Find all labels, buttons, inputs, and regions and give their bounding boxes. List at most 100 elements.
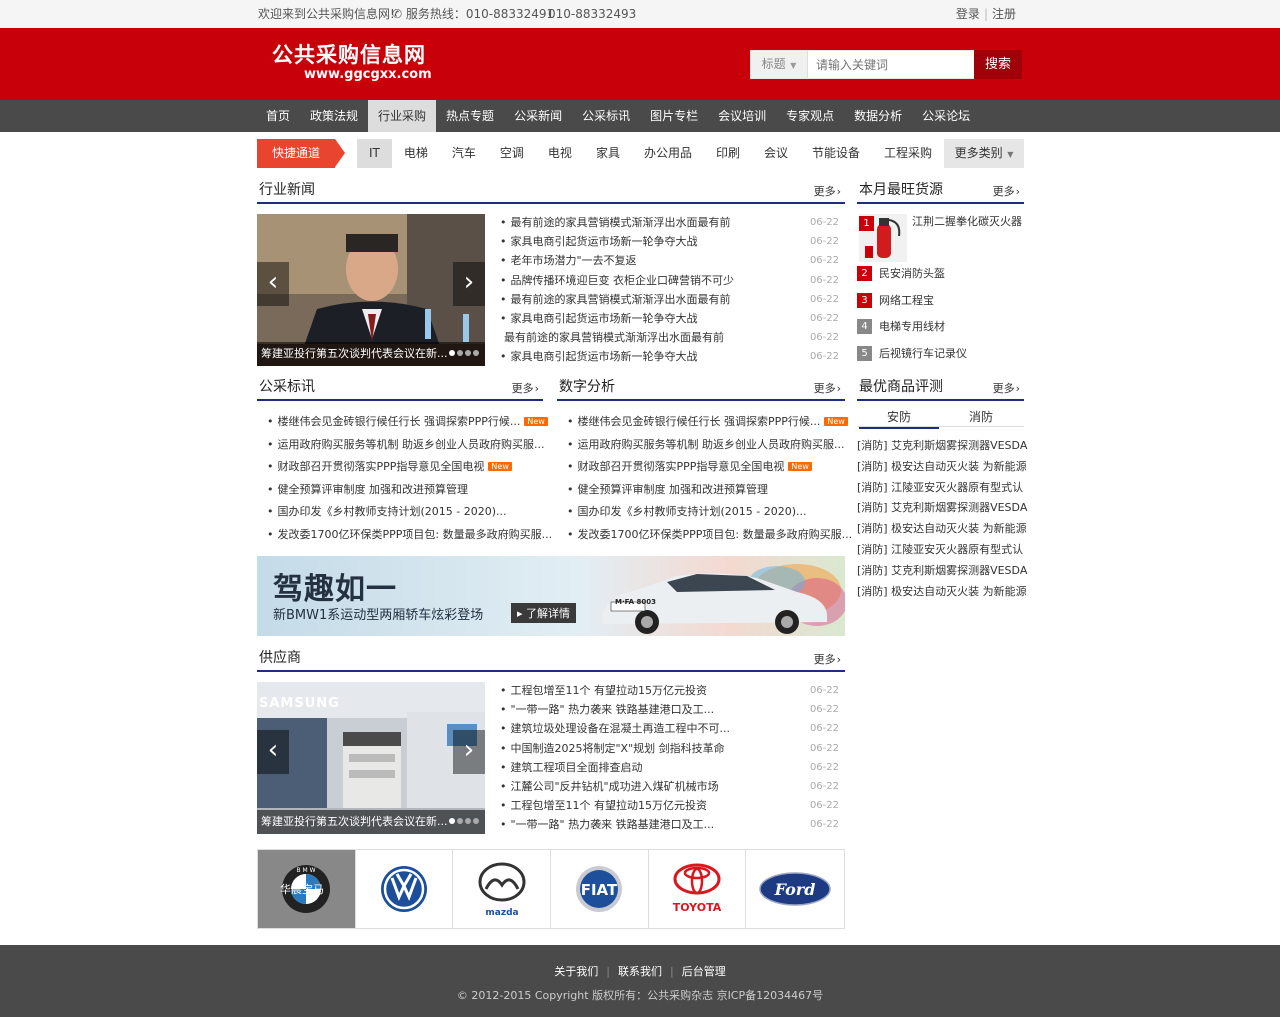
news-item[interactable]: • 建筑垃圾处理设备在混凝土再造工程中不可... 06-22 (500, 719, 839, 738)
review-item[interactable]: [消防] 艾克利斯烟雾探测器VESDA (857, 561, 1027, 582)
quick-item[interactable]: 家具 (584, 139, 632, 168)
list-item[interactable]: • 楼继伟会见金砖银行候任行长 强调探索PPP行候... New (557, 411, 848, 434)
search-input[interactable] (808, 51, 974, 78)
nav-item[interactable]: 首页 (256, 100, 300, 132)
news-item[interactable]: • 江麓公司"反井钻机"成功进入煤矿机械市场 06-22 (500, 777, 839, 796)
more-link[interactable]: 更多 (512, 380, 539, 396)
news-item[interactable]: • 工程包增至11个 有望拉动15万亿元投资 06-22 (500, 796, 839, 815)
news-item[interactable]: • 工程包增至11个 有望拉动15万亿元投资 06-22 (500, 681, 839, 700)
nav-item[interactable]: 政策法规 (300, 100, 368, 132)
review-item[interactable]: [消防] 极安达自动灭火装 为新能源 (857, 457, 1027, 478)
quick-item[interactable]: IT (357, 139, 392, 168)
more-categories-button[interactable]: 更多类别 ▼ (944, 139, 1024, 168)
more-link[interactable]: 更多 (814, 651, 841, 667)
search-type-select[interactable]: 标题 ▼ (751, 51, 808, 78)
nav-item[interactable]: 行业采购 (368, 100, 437, 132)
news-item[interactable]: • 中国制造2025将制定"X"规划 剑指科技革命 06-22 (500, 739, 839, 758)
prev-arrow-icon[interactable]: ‹ (257, 730, 289, 774)
footer-link[interactable]: 联系我们 (618, 965, 662, 978)
news-item[interactable]: • 家具电商引起货运市场新一轮争夺大战 06-22 (500, 309, 839, 328)
review-item[interactable]: [消防] 江陵亚安灭火器原有型式认 (857, 478, 1024, 499)
more-link[interactable]: 更多 (993, 183, 1020, 199)
news-item[interactable]: • "一带一路" 热力袭来 铁路基建港口及工... 06-22 (500, 815, 839, 834)
slide-dots[interactable] (447, 345, 479, 359)
list-item[interactable]: • 国办印发《乡村教师支持计划(2015 - 2020)... (257, 501, 547, 524)
list-item[interactable]: • 发改委1700亿环保类PPP项目包: 数量最多政府购买服... (557, 524, 852, 547)
bullet-icon: • (567, 527, 574, 541)
review-item[interactable]: [消防] 艾克利斯烟雾探测器VESDA (857, 436, 1027, 457)
footer-link[interactable]: 后台管理 (682, 965, 726, 978)
tab-security[interactable]: 安防 (859, 407, 939, 429)
review-item[interactable]: [消防] 极安达自动灭火装 为新能源 (857, 582, 1027, 603)
quick-item[interactable]: 电视 (536, 139, 584, 168)
site-logo[interactable]: 公共采购信息网 www.ggcgxx.com (272, 42, 432, 82)
footer-link[interactable]: 关于我们 (554, 965, 598, 978)
more-link[interactable]: 更多 (814, 183, 841, 199)
quick-item[interactable]: 办公用品 (632, 139, 704, 168)
supplier-slider[interactable]: SAMSUNG ‹ › 筹建亚投行第五次谈判代表会议在新... (257, 682, 485, 834)
review-item[interactable]: [消防] 极安达自动灭火装 为新能源 (857, 519, 1027, 540)
quick-item[interactable]: 工程采购 (872, 139, 944, 168)
brand-volkswagen[interactable] (356, 850, 454, 928)
login-link[interactable]: 登录 (956, 7, 980, 21)
news-item[interactable]: • "一带一路" 热力袭来 铁路基建港口及工... 06-22 (500, 700, 839, 719)
quick-item[interactable]: 节能设备 (800, 139, 872, 168)
slide-dots[interactable] (447, 813, 479, 827)
list-item[interactable]: • 财政部召开贯彻落实PPP指导意见全国电视 New (557, 456, 847, 479)
more-link[interactable]: 更多 (993, 380, 1020, 396)
brand-mazda[interactable]: mazda (453, 850, 552, 928)
brand-fiat[interactable]: FIAT (551, 850, 649, 928)
register-link[interactable]: 注册 (992, 7, 1016, 21)
list-item[interactable]: • 财政部召开贯彻落实PPP指导意见全国电视 New (257, 456, 547, 479)
news-item[interactable]: • 家具电商引起货运市场新一轮争夺大战 06-22 (500, 232, 839, 251)
industry-news-slider[interactable]: ‹ › 筹建亚投行第五次谈判代表会议在新... (257, 214, 485, 366)
quick-item[interactable]: 电梯 (392, 139, 440, 168)
tab-fire[interactable]: 消防 (941, 407, 1021, 427)
news-item[interactable]: • 建筑工程项目全面排查启动 06-22 (500, 758, 839, 777)
hot-item[interactable]: 4 电梯专用线材 (857, 317, 1024, 344)
nav-item[interactable]: 公采新闻 (504, 100, 572, 132)
nav-item[interactable]: 数据分析 (844, 100, 912, 132)
news-item[interactable]: 最有前途的家具营销模式渐渐浮出水面最有前 06-22 (500, 328, 839, 347)
bmw-ad-banner[interactable]: 驾趣如一 新BMW1系运动型两厢轿车炫彩登场 ▸ 了解详情 M·FA 8003 (257, 556, 845, 636)
hot-item[interactable]: 2 民安消防头盔 (857, 264, 1024, 291)
quick-item[interactable]: 汽车 (440, 139, 488, 168)
next-arrow-icon[interactable]: › (453, 730, 485, 774)
quick-item[interactable]: 空调 (488, 139, 536, 168)
brand-ford[interactable]: Ford (746, 850, 844, 928)
nav-item[interactable]: 公采论坛 (912, 100, 980, 132)
nav-item[interactable]: 公采标讯 (572, 100, 640, 132)
next-arrow-icon[interactable]: › (453, 262, 485, 306)
list-item[interactable]: • 国办印发《乡村教师支持计划(2015 - 2020)... (557, 501, 847, 524)
list-item[interactable]: • 健全预算评审制度 加强和改进预算管理 (257, 479, 547, 502)
nav-item[interactable]: 会议培训 (708, 100, 776, 132)
news-item[interactable]: • 家具电商引起货运市场新一轮争夺大战 06-22 (500, 347, 839, 366)
nav-item[interactable]: 图片专栏 (640, 100, 708, 132)
learn-more-button[interactable]: ▸ 了解详情 (511, 603, 577, 623)
nav-item[interactable]: 热点专题 (436, 100, 504, 132)
hotline-2: 010-88332493 (548, 7, 637, 21)
hot-item[interactable]: 3 网络工程宝 (857, 291, 1024, 318)
more-link[interactable]: 更多 (814, 380, 841, 396)
list-item[interactable]: • 运用政府购买服务等机制 助返乡创业人员政府购买服... (257, 434, 547, 457)
prev-arrow-icon[interactable]: ‹ (257, 262, 289, 306)
quick-item[interactable]: 印刷 (704, 139, 752, 168)
list-item[interactable]: • 运用政府购买服务等机制 助返乡创业人员政府购买服... (557, 434, 847, 457)
news-item[interactable]: • 最有前途的家具营销模式渐渐浮出水面最有前 06-22 (500, 213, 839, 232)
list-item[interactable]: • 发改委1700亿环保类PPP项目包: 数量最多政府购买服... (257, 524, 552, 547)
news-item[interactable]: • 品牌传播环境迎巨变 衣柜企业口碑营销不可少 06-22 (500, 271, 839, 290)
nav-item[interactable]: 专家观点 (776, 100, 844, 132)
brand-bmw[interactable]: B M W 华晨宝马 (258, 850, 356, 928)
review-item[interactable]: [消防] 江陵亚安灭火器原有型式认 (857, 540, 1024, 561)
list-item[interactable]: • 健全预算评审制度 加强和改进预算管理 (557, 479, 847, 502)
hot-item[interactable]: 5 后视镜行车记录仪 (857, 344, 1024, 371)
list-item[interactable]: • 楼继伟会见金砖银行候任行长 强调探索PPP行候... New (257, 411, 548, 434)
brand-toyota[interactable]: TOYOTA (649, 850, 747, 928)
review-tabs: 安防 消防 (857, 405, 1024, 429)
review-item[interactable]: [消防] 艾克利斯烟雾探测器VESDA (857, 498, 1027, 519)
hot-item[interactable]: 1 江荆二握拳化碳灭火器 (857, 212, 1024, 264)
news-item[interactable]: • 最有前途的家具营销模式渐渐浮出水面最有前 06-22 (500, 290, 839, 309)
news-item[interactable]: • 老年市场潜力"一去不复返 06-22 (500, 251, 839, 270)
search-button[interactable]: 搜索 (974, 50, 1022, 79)
quick-item[interactable]: 会议 (752, 139, 800, 168)
